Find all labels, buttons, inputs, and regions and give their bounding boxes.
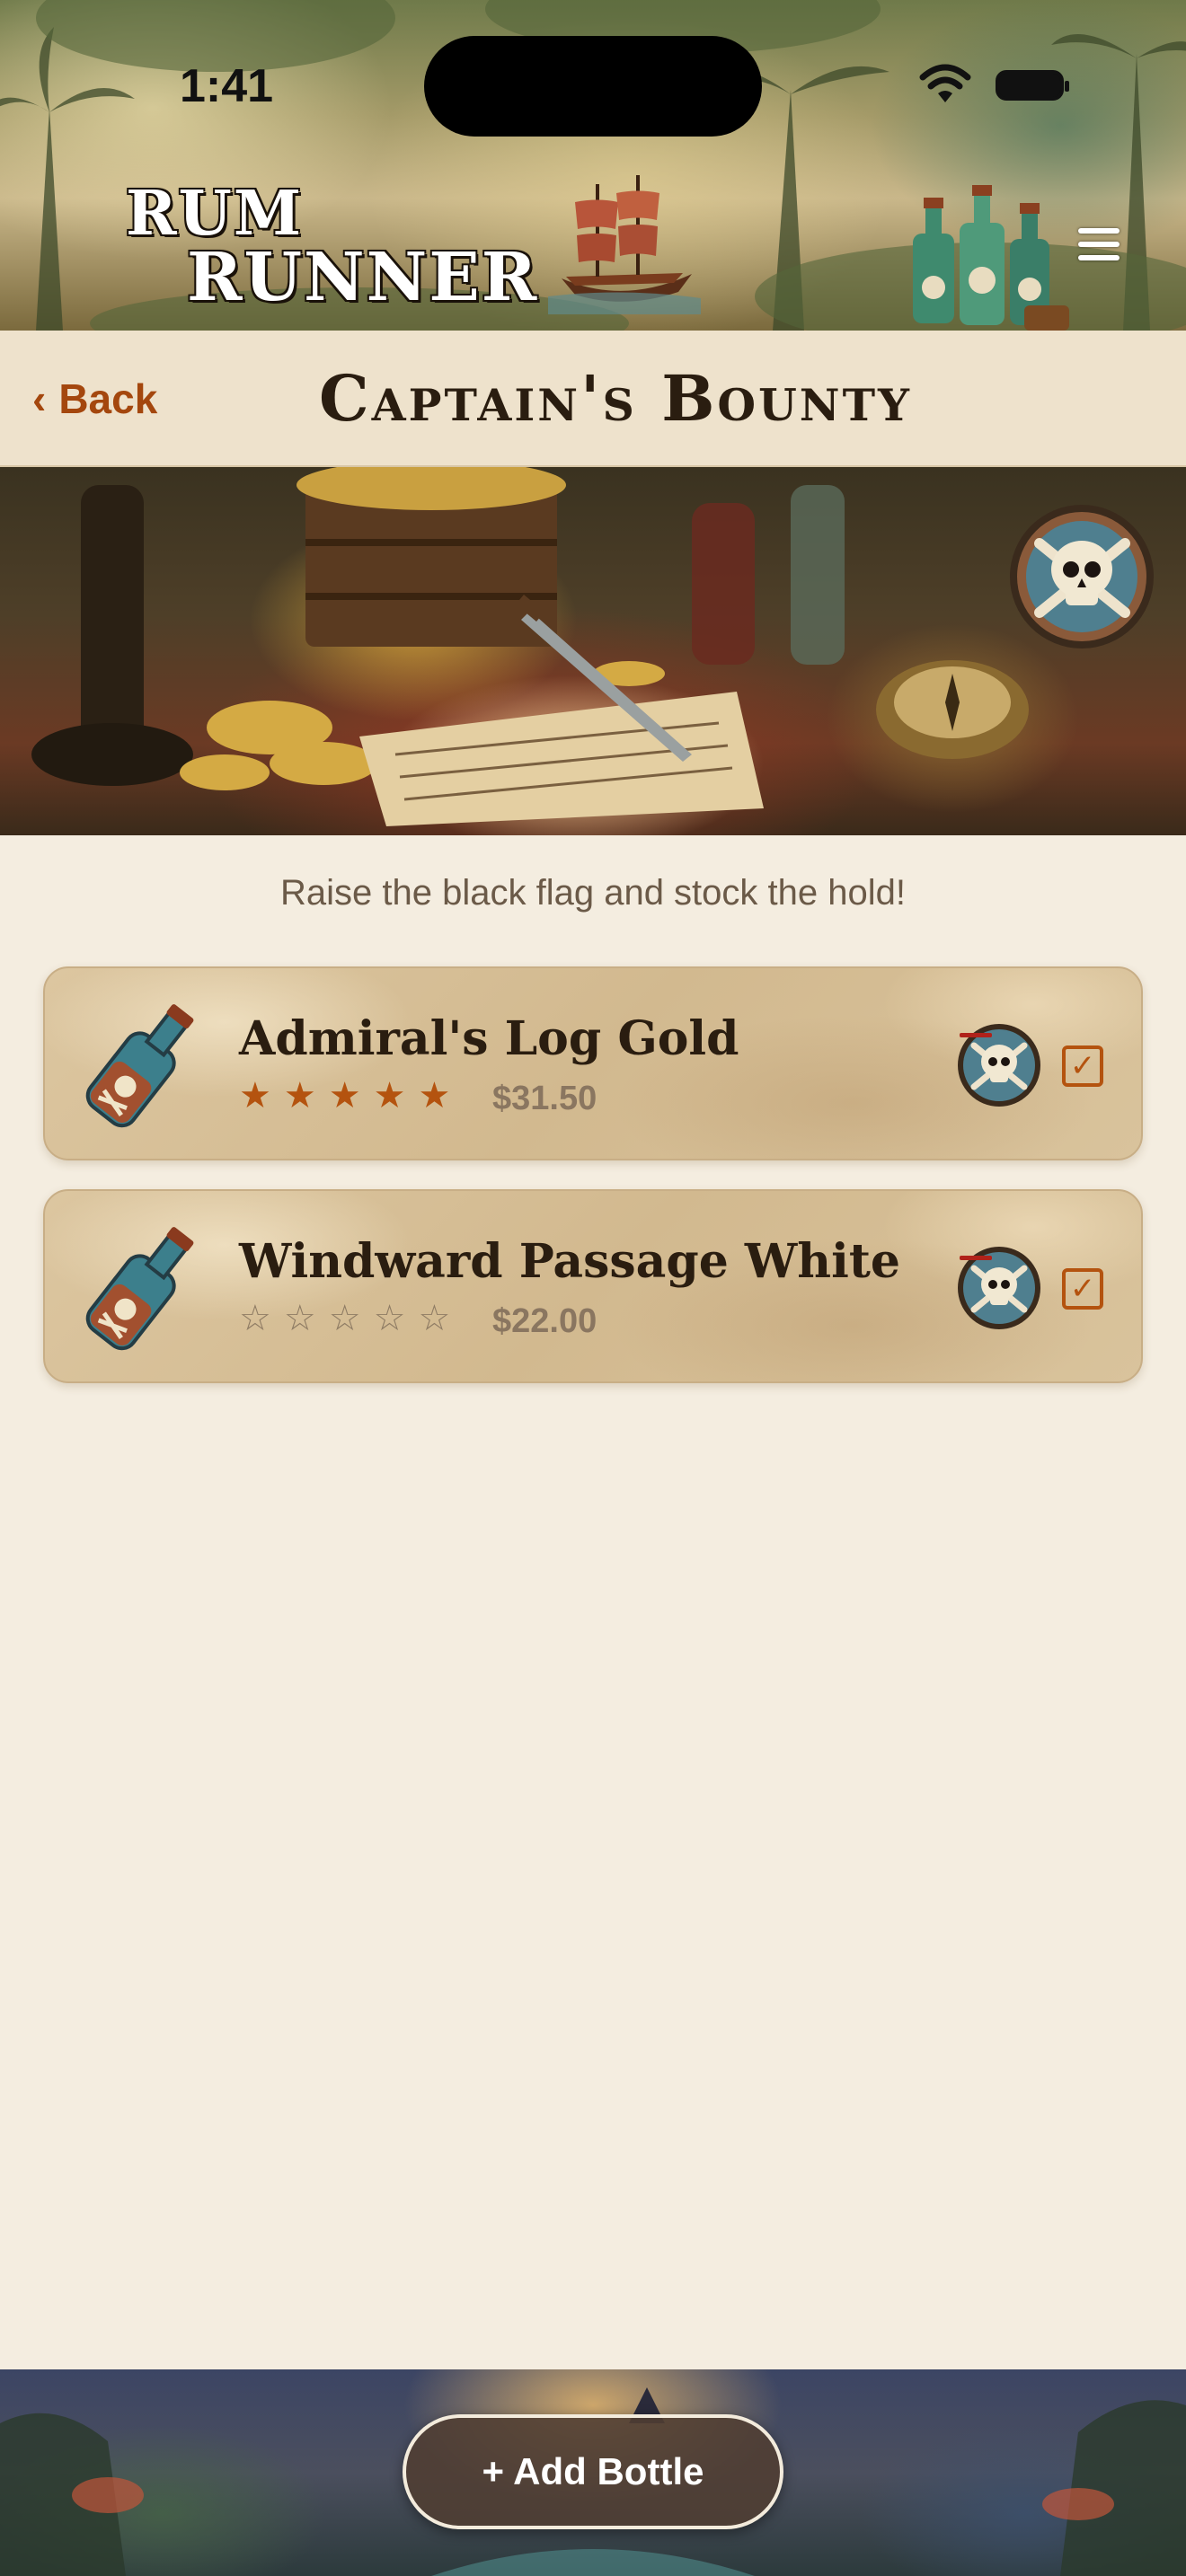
battery-icon: [996, 70, 1069, 101]
rum-bottles-illustration: [913, 185, 1069, 331]
add-bottle-button[interactable]: + Add Bottle: [403, 2414, 783, 2529]
selected-checkbox[interactable]: ✓: [1062, 1268, 1103, 1310]
back-button[interactable]: ‹ Back: [32, 372, 157, 426]
chevron-left-icon: ‹: [32, 375, 47, 422]
bottle-card[interactable]: Windward Passage White ☆ ☆ ☆ ☆ ☆ $22.00 …: [43, 1189, 1143, 1383]
dynamic-island: [424, 36, 762, 137]
star-filled-icon[interactable]: ★: [329, 1076, 361, 1116]
logo-line-1: RUM: [126, 178, 304, 250]
pirate-ship-illustration: [548, 175, 701, 314]
bottle-price: $22.00: [492, 1302, 597, 1340]
star-empty-icon[interactable]: ☆: [239, 1299, 271, 1338]
hamburger-menu-icon[interactable]: [1078, 228, 1120, 260]
rum-runner-logo[interactable]: RUM RUNNER: [126, 180, 584, 314]
page-title: Captain's Bounty: [318, 360, 913, 436]
logo-line-2: RUNNER: [187, 239, 539, 316]
bottle-name: Admiral's Log Gold: [239, 1011, 739, 1066]
tagline-text: Raise the black flag and stock the hold!: [280, 873, 906, 913]
bottle-name: Windward Passage White: [239, 1234, 900, 1289]
bottle-card[interactable]: Admiral's Log Gold ★ ★ ★ ★ ★ $31.50 ✓: [43, 966, 1143, 1160]
status-bar-time: 1:41: [180, 60, 274, 112]
skull-badge-icon[interactable]: [956, 1245, 1042, 1331]
star-empty-icon[interactable]: ☆: [284, 1299, 316, 1338]
title-bar: ‹ Back Captain's Bounty: [0, 331, 1186, 467]
app-header: 1:41 RUM RUNNER: [0, 0, 1186, 331]
bottle-price: $31.50: [492, 1080, 597, 1117]
wifi-icon: [919, 64, 971, 102]
selected-checkbox[interactable]: ✓: [1062, 1045, 1103, 1087]
star-empty-icon[interactable]: ☆: [418, 1299, 450, 1338]
rum-bottle-icon: [85, 1004, 194, 1128]
skull-crossbones-emblem-icon: [1010, 505, 1154, 648]
back-button-label: Back: [58, 375, 158, 422]
treasure-hero-image: [0, 467, 1186, 835]
star-filled-icon[interactable]: ★: [239, 1076, 271, 1116]
star-filled-icon[interactable]: ★: [374, 1076, 406, 1116]
star-filled-icon[interactable]: ★: [418, 1076, 450, 1116]
star-empty-icon[interactable]: ☆: [374, 1299, 406, 1338]
skull-badge-icon[interactable]: [956, 1022, 1042, 1108]
star-filled-icon[interactable]: ★: [284, 1076, 316, 1116]
rum-bottle-icon: [85, 1227, 194, 1351]
star-empty-icon[interactable]: ☆: [329, 1299, 361, 1338]
star-rating[interactable]: ☆ ☆ ☆ ☆ ☆: [239, 1299, 450, 1338]
star-rating[interactable]: ★ ★ ★ ★ ★: [239, 1076, 450, 1116]
